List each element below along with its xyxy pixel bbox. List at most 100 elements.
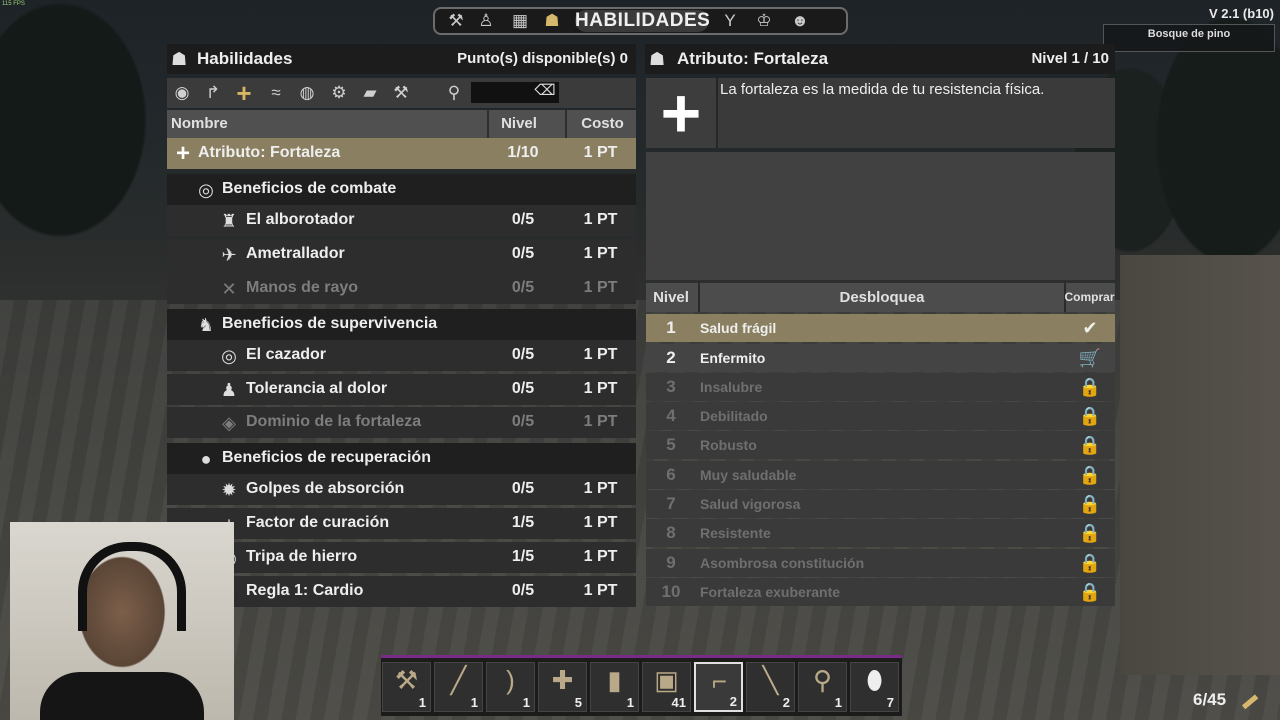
lock-icon: 🔒 bbox=[1078, 523, 1102, 543]
clear-search-icon[interactable]: ⌫ bbox=[531, 81, 559, 101]
skill-row-pain-tolerance[interactable]: ♟ Tolerancia al dolor 0/5 1 PT bbox=[167, 374, 636, 405]
skills-tab-icon[interactable]: ☗ bbox=[539, 11, 565, 31]
level-name: Muy saludable bbox=[700, 467, 797, 483]
brawler-icon: ♜ bbox=[220, 211, 238, 231]
skill-row-iron-gut[interactable]: ◍ Tripa de hierro 1/5 1 PT bbox=[167, 542, 636, 573]
skill-row-hunter[interactable]: ◎ El cazador 0/5 1 PT bbox=[167, 340, 636, 371]
column-level[interactable]: Nivel bbox=[487, 110, 549, 138]
skill-name: Tolerancia al dolor bbox=[246, 380, 388, 397]
skill-row-absorption-hits[interactable]: ✹ Golpes de absorción 0/5 1 PT bbox=[167, 474, 636, 505]
level-row-9[interactable]: 9 Asombrosa constitución 🔒 bbox=[646, 549, 1115, 577]
skill-name: Atributo: Fortaleza bbox=[198, 144, 341, 161]
intellect-filter-brain-icon[interactable]: ◍ bbox=[295, 82, 319, 104]
category-row-survival[interactable]: ♞ Beneficios de supervivencia bbox=[167, 309, 636, 340]
general-filter-gear-icon[interactable]: ⚙ bbox=[327, 82, 351, 104]
column-cost[interactable]: Costo bbox=[565, 110, 638, 138]
skill-row-lightning-hands[interactable]: ✕ Manos de rayo 0/5 1 PT bbox=[167, 273, 636, 304]
level-row-2[interactable]: 2 Enfermito 🛒 bbox=[646, 344, 1115, 372]
lock-icon: 🔒 bbox=[1078, 406, 1102, 426]
skill-level: 1/10 bbox=[507, 144, 539, 161]
level-row-8[interactable]: 8 Resistente 🔒 bbox=[646, 519, 1115, 547]
shopping-cart-icon[interactable]: 🛒 bbox=[1076, 347, 1104, 369]
slot-count: 7 bbox=[886, 695, 894, 710]
hotbar-slot-9[interactable]: ⚲ 1 bbox=[798, 662, 847, 712]
skill-row-rule-1-cardio[interactable]: ♥ Regla 1: Cardio 0/5 1 PT bbox=[167, 576, 636, 607]
level-name: Debilitado bbox=[700, 408, 768, 424]
column-buy: Comprar bbox=[1064, 290, 1115, 304]
machine-gun-icon: ✈ bbox=[221, 245, 237, 265]
skill-name: Ametrallador bbox=[246, 245, 345, 262]
hotbar-slot-1[interactable]: ⚒ 1 bbox=[382, 662, 431, 712]
pistol-icon: ⌐ bbox=[711, 666, 728, 696]
skill-name: El alborotador bbox=[246, 211, 355, 228]
level-row-5[interactable]: 5 Robusto 🔒 bbox=[646, 431, 1115, 459]
biome-label: Bosque de pino bbox=[1103, 24, 1275, 52]
hotbar-slot-10[interactable]: ⬮ 7 bbox=[850, 662, 899, 712]
available-points: Punto(s) disponible(s) 0 bbox=[457, 50, 628, 67]
skill-row-fortitude-mastery[interactable]: ◈ Dominio de la fortaleza 0/5 1 PT bbox=[167, 407, 636, 438]
level-row-7[interactable]: 7 Salud vigorosa 🔒 bbox=[646, 490, 1115, 518]
character-icon[interactable]: ♙ bbox=[473, 11, 499, 31]
perception-filter-eye-icon[interactable]: ◉ bbox=[170, 82, 194, 104]
books-filter-icon[interactable]: ▰ bbox=[358, 82, 382, 104]
column-name[interactable]: Nombre bbox=[171, 110, 228, 138]
slot-count: 2 bbox=[782, 695, 790, 710]
column-level: Nivel bbox=[653, 289, 689, 306]
skill-row-attribute-fortitude[interactable]: + Atributo: Fortaleza 1/10 1 PT bbox=[167, 138, 636, 169]
slot-count: 1 bbox=[834, 695, 842, 710]
skill-row-healing-factor[interactable]: + Factor de curación 1/5 1 PT bbox=[167, 508, 636, 539]
strength-filter-arm-icon[interactable]: ↱ bbox=[201, 82, 225, 104]
level-row-4[interactable]: 4 Debilitado 🔒 bbox=[646, 402, 1115, 430]
club-icon: ╱ bbox=[450, 665, 467, 695]
crafting-hammer-icon[interactable]: ⚒ bbox=[443, 11, 469, 31]
trophy-icon[interactable]: ♔ bbox=[751, 11, 777, 31]
skill-row-machine-gunner[interactable]: ✈ Ametrallador 0/5 1 PT bbox=[167, 239, 636, 270]
hotbar-slot-2[interactable]: ╱ 1 bbox=[434, 662, 483, 712]
level-name: Salud vigorosa bbox=[700, 496, 801, 512]
map-icon[interactable]: ▦ bbox=[507, 11, 533, 31]
players-icon[interactable]: ☻ bbox=[787, 11, 813, 31]
skill-cost: 1 PT bbox=[583, 380, 618, 397]
streamer-shirt bbox=[40, 672, 204, 720]
level-row-3[interactable]: 3 Insalubre 🔒 bbox=[646, 373, 1115, 401]
agility-filter-icon[interactable]: ≈ bbox=[264, 82, 288, 104]
hotbar-slot-4[interactable]: ✚ 5 bbox=[538, 662, 587, 712]
skill-cost: 1 PT bbox=[583, 144, 618, 161]
skill-level: 1/5 bbox=[511, 514, 535, 531]
stone-axe-icon: ⚒ bbox=[394, 665, 419, 695]
skill-name: Regla 1: Cardio bbox=[246, 582, 364, 599]
fortitude-filter-plus-icon[interactable]: + bbox=[232, 80, 256, 106]
crafting-filter-hammer-icon[interactable]: ⚒ bbox=[389, 82, 413, 104]
egg-icon: ⬮ bbox=[866, 665, 883, 695]
hotbar-slot-8[interactable]: ╲ 2 bbox=[746, 662, 795, 712]
slot-count: 41 bbox=[671, 695, 686, 710]
skill-cost: 1 PT bbox=[583, 346, 618, 363]
skill-level: 0/5 bbox=[511, 211, 535, 228]
hotbar-slot-6[interactable]: ▣ 41 bbox=[642, 662, 691, 712]
skill-level: 0/5 bbox=[511, 279, 535, 296]
skill-cost: 1 PT bbox=[583, 211, 618, 228]
level-row-1[interactable]: 1 Salud frágil ✔ bbox=[646, 314, 1115, 342]
level-name: Salud frágil bbox=[700, 320, 777, 336]
skill-cost: 1 PT bbox=[583, 548, 618, 565]
bandage-icon: ✚ bbox=[551, 665, 574, 695]
fps-counter: 115 FPS bbox=[2, 1, 25, 7]
skill-row-brawler[interactable]: ♜ El alborotador 0/5 1 PT bbox=[167, 205, 636, 236]
skills-panel-title: Habilidades bbox=[197, 49, 293, 68]
hotbar-slot-3[interactable]: ) 1 bbox=[486, 662, 535, 712]
category-name: Beneficios de combate bbox=[222, 180, 397, 197]
category-row-recovery[interactable]: ● Beneficios de recuperación bbox=[167, 443, 636, 474]
hotbar-slot-5[interactable]: ▮ 1 bbox=[590, 662, 639, 712]
level-number: 10 bbox=[661, 582, 681, 601]
challenges-icon[interactable]: Y bbox=[717, 11, 743, 31]
category-row-combat[interactable]: ◎ Beneficios de combate bbox=[167, 174, 636, 205]
skill-level: 0/5 bbox=[511, 582, 535, 599]
skill-cost: 1 PT bbox=[583, 480, 618, 497]
target-icon: ◎ bbox=[221, 346, 237, 366]
skill-cost: 1 PT bbox=[583, 514, 618, 531]
skill-level: 0/5 bbox=[511, 413, 535, 430]
column-unlocks: Desbloquea bbox=[698, 283, 1066, 312]
level-row-6[interactable]: 6 Muy saludable 🔒 bbox=[646, 461, 1115, 489]
hotbar-slot-7[interactable]: ⌐ 2 bbox=[694, 662, 743, 712]
level-row-10[interactable]: 10 Fortaleza exuberante 🔒 bbox=[646, 578, 1115, 606]
